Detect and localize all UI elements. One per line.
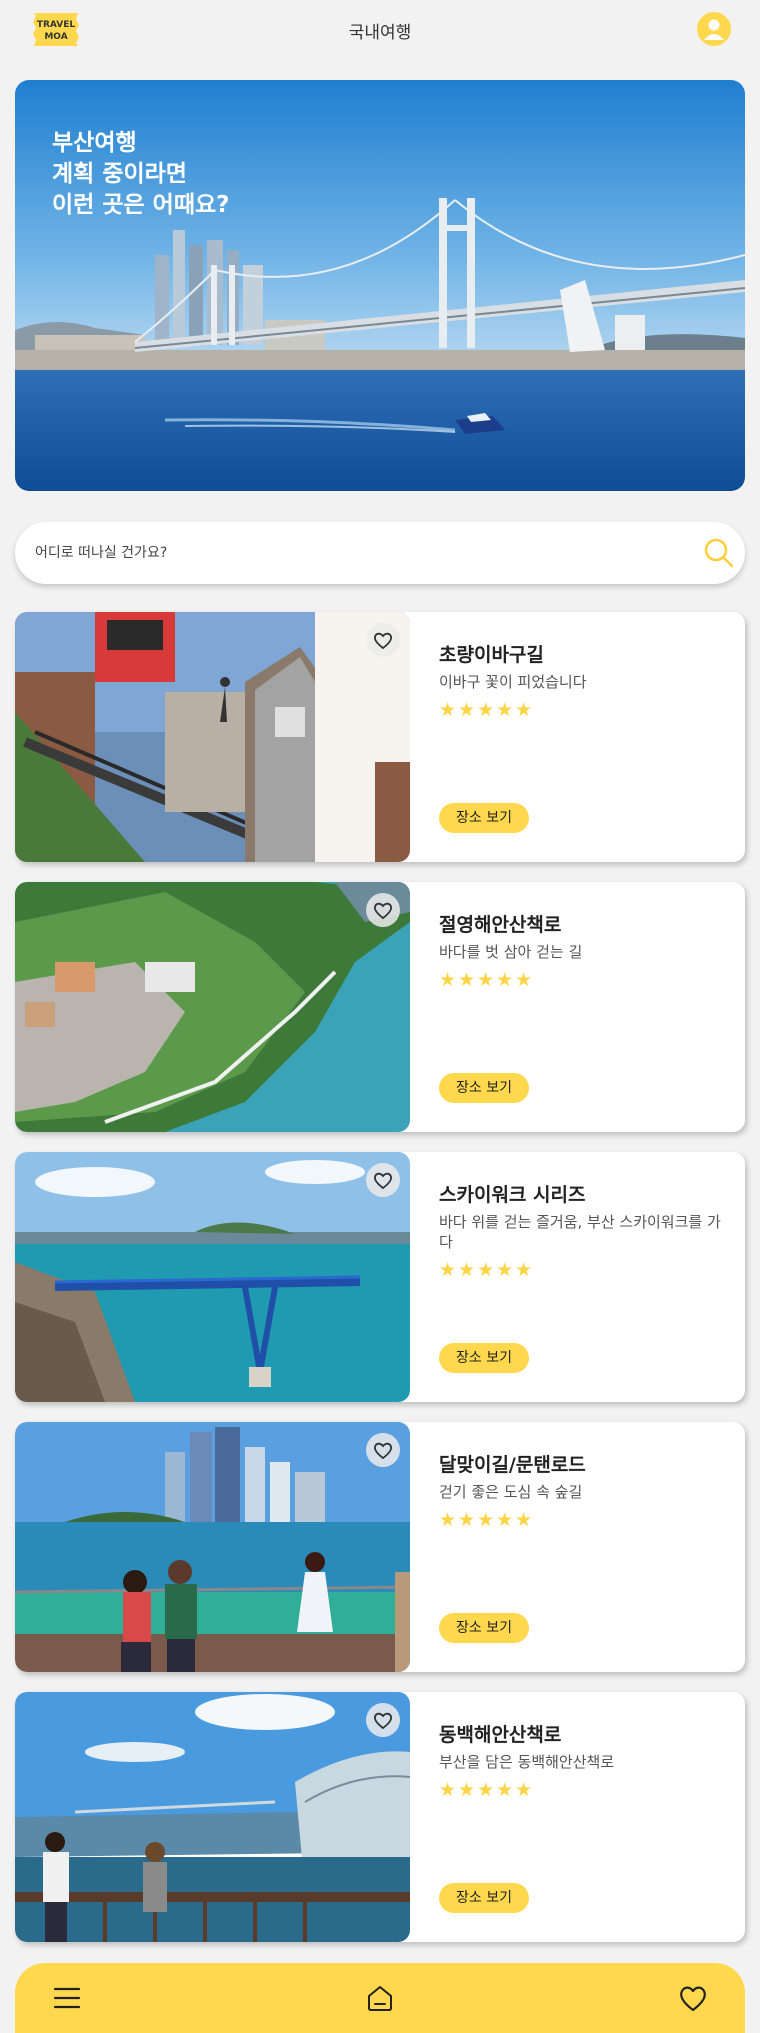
favorite-heart-icon[interactable] [366, 623, 400, 657]
home-icon[interactable] [362, 1980, 398, 2016]
favorite-heart-icon[interactable] [366, 1433, 400, 1467]
place-title: 스카이워크 시리즈 [439, 1184, 586, 1206]
place-image-choryang [15, 612, 410, 862]
bottom-navigation [15, 1963, 745, 2033]
view-place-button[interactable]: 장소 보기 [439, 1883, 529, 1913]
favorite-heart-icon[interactable] [366, 893, 400, 927]
app-screen: TRAVEL MOA 국내여행 부산여행 계획 중이라면 이런 곳은 어때요? … [0, 0, 760, 2033]
place-title: 초량이바구길 [439, 644, 544, 666]
rating-stars-icon: ★★★★★ [439, 1509, 535, 1531]
favorite-heart-icon[interactable] [366, 1163, 400, 1197]
place-description: 이바구 꽃이 피었습니다 [439, 673, 587, 691]
hero-line1: 부산여행 [52, 130, 137, 156]
hero-banner[interactable]: 부산여행 계획 중이라면 이런 곳은 어때요? [15, 80, 745, 491]
place-card[interactable]: 스카이워크 시리즈 바다 위를 걷는 즐거움, 부산 스카이워크를 가다 ★★★… [15, 1152, 745, 1402]
place-title: 달맞이길/문탠로드 [439, 1454, 586, 1476]
place-title: 절영해안산책로 [439, 914, 562, 936]
rating-stars-icon: ★★★★★ [439, 1779, 535, 1801]
hero-line2: 계획 중이라면 [52, 161, 187, 187]
search-bar [15, 522, 745, 584]
view-place-button[interactable]: 장소 보기 [439, 1613, 529, 1643]
page-title: 국내여행 [348, 23, 412, 43]
place-image-dongbaek [15, 1692, 410, 1942]
place-image-dalmaji [15, 1422, 410, 1672]
place-image-skywalk [15, 1152, 410, 1402]
hero-line3: 이런 곳은 어때요? [52, 192, 230, 218]
place-card[interactable]: 절영해안산책로 바다를 벗 삼아 걷는 길 ★★★★★ 장소 보기 [15, 882, 745, 1132]
place-description: 바다를 벗 삼아 걷는 길 [439, 943, 583, 961]
rating-stars-icon: ★★★★★ [439, 699, 535, 721]
place-description: 부산을 담은 동백해안산책로 [439, 1753, 615, 1771]
place-image-jeolyeong [15, 882, 410, 1132]
view-place-button[interactable]: 장소 보기 [439, 1343, 529, 1373]
heart-icon[interactable] [675, 1980, 711, 2016]
user-avatar-icon[interactable] [697, 12, 731, 46]
place-card[interactable]: 달맞이길/문탠로드 걷기 좋은 도심 속 숲길 ★★★★★ 장소 보기 [15, 1422, 745, 1672]
menu-icon[interactable] [49, 1980, 85, 2016]
view-place-button[interactable]: 장소 보기 [439, 1073, 529, 1103]
view-place-button[interactable]: 장소 보기 [439, 803, 529, 833]
hero-headline: 부산여행 계획 중이라면 이런 곳은 어때요? [52, 128, 229, 221]
rating-stars-icon: ★★★★★ [439, 1259, 535, 1281]
place-card[interactable]: 동백해안산책로 부산을 담은 동백해안산책로 ★★★★★ 장소 보기 [15, 1692, 745, 1942]
rating-stars-icon: ★★★★★ [439, 969, 535, 991]
header: TRAVEL MOA 국내여행 [0, 0, 760, 60]
place-description: 바다 위를 걷는 즐거움, 부산 스카이워크를 가다 [439, 1213, 721, 1251]
search-icon[interactable] [701, 535, 737, 571]
place-description: 걷기 좋은 도심 속 숲길 [439, 1483, 583, 1501]
favorite-heart-icon[interactable] [366, 1703, 400, 1737]
search-input[interactable] [35, 540, 655, 566]
place-title: 동백해안산책로 [439, 1724, 562, 1746]
place-card[interactable]: 초량이바구길 이바구 꽃이 피었습니다 ★★★★★ 장소 보기 [15, 612, 745, 862]
